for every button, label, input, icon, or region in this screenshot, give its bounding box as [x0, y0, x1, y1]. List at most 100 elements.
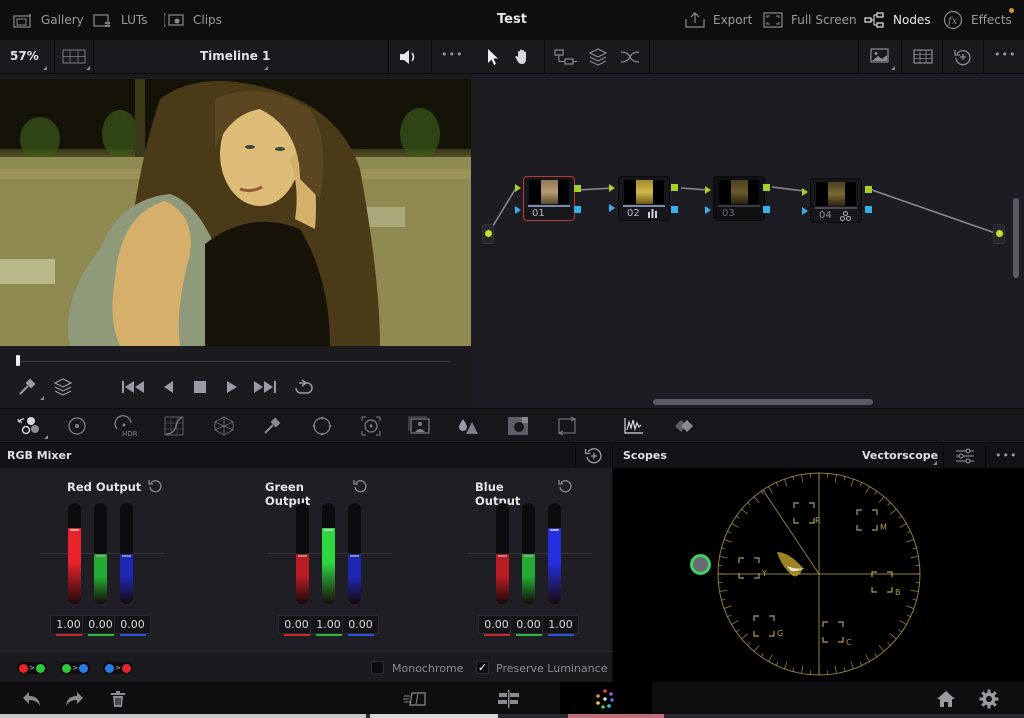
palette-scopes[interactable]: [622, 415, 646, 437]
gallery-button[interactable]: Gallery: [12, 0, 84, 40]
palette-motion[interactable]: [555, 415, 579, 437]
palette-power-window[interactable]: [310, 415, 334, 437]
scope-zoom-handle[interactable]: [690, 554, 711, 575]
red-slider[interactable]: [496, 503, 509, 604]
key-output-port[interactable]: [865, 206, 872, 213]
stop-button[interactable]: [187, 374, 213, 400]
key-input-port[interactable]: [515, 206, 521, 214]
vertical-scrollbar[interactable]: [1013, 198, 1019, 278]
clips-button[interactable]: Clips: [164, 0, 222, 40]
page-cut[interactable]: [402, 688, 426, 710]
palette-color-warper[interactable]: [212, 415, 236, 437]
hand-tool[interactable]: [514, 48, 532, 70]
layers-button[interactable]: [50, 374, 76, 400]
scope-more-button[interactable]: •••: [995, 449, 1017, 462]
mixer-reset-button[interactable]: [584, 447, 602, 469]
rgb-input-port[interactable]: [705, 186, 711, 194]
go-to-start-button[interactable]: [120, 374, 146, 400]
horizontal-scrollbar[interactable]: [653, 399, 873, 405]
key-output-port[interactable]: [671, 206, 678, 213]
slider-handle[interactable]: [550, 529, 559, 531]
gallery-grid-button[interactable]: [913, 49, 933, 69]
swap-green-blue-button[interactable]: >: [60, 662, 90, 674]
timeline-selector[interactable]: Timeline 1: [200, 49, 270, 63]
green-slider[interactable]: [522, 503, 535, 604]
rgb-input-port[interactable]: [515, 184, 521, 192]
palette-color-wheels[interactable]: [16, 415, 40, 437]
delete-button[interactable]: [106, 688, 130, 710]
layer-node-tool[interactable]: [588, 48, 608, 70]
play-button[interactable]: [219, 374, 245, 400]
node-02[interactable]: 02: [618, 176, 670, 221]
blue-slider[interactable]: [348, 503, 361, 604]
key-output-port[interactable]: [763, 206, 770, 213]
palette-sizing[interactable]: [506, 415, 530, 437]
undo-button[interactable]: [20, 688, 44, 710]
audio-button[interactable]: [398, 49, 420, 65]
group-reset-button[interactable]: [353, 478, 367, 493]
play-reverse-button[interactable]: [155, 374, 181, 400]
viewer-layout-button[interactable]: [62, 49, 86, 65]
blue-value-field[interactable]: 0.00: [342, 615, 379, 634]
effects-button[interactable]: fx Effects: [942, 0, 1012, 40]
slider-handle[interactable]: [298, 555, 307, 557]
slider-handle[interactable]: [324, 529, 333, 531]
page-color[interactable]: [593, 688, 617, 710]
export-button[interactable]: Export: [684, 0, 752, 40]
slider-handle[interactable]: [524, 555, 533, 557]
node-04[interactable]: 04: [810, 178, 862, 223]
green-slider[interactable]: [322, 503, 335, 604]
viewer-more-button[interactable]: •••: [441, 48, 463, 61]
key-input-port[interactable]: [609, 204, 615, 212]
key-output-port[interactable]: [574, 206, 581, 213]
redo-button[interactable]: [62, 688, 86, 710]
node-01[interactable]: 01: [523, 176, 575, 221]
still-button[interactable]: [870, 48, 890, 68]
blue-value-field[interactable]: 1.00: [542, 615, 579, 634]
palette-primaries[interactable]: [65, 415, 89, 437]
slider-handle[interactable]: [350, 555, 359, 557]
group-reset-button[interactable]: [558, 478, 572, 493]
swap-blue-red-button[interactable]: >: [103, 662, 133, 674]
zoom-level[interactable]: 57%: [10, 49, 39, 63]
timeline-scrubber[interactable]: [18, 361, 450, 362]
rgb-input-port[interactable]: [802, 188, 808, 196]
palette-qualifier[interactable]: [260, 415, 284, 437]
scope-mode-selector[interactable]: Vectorscope: [862, 449, 938, 462]
pointer-tool[interactable]: [486, 48, 500, 70]
slider-handle[interactable]: [498, 555, 507, 557]
reset-node-button[interactable]: [953, 48, 973, 70]
node-03[interactable]: 03: [713, 176, 765, 221]
eyedropper-button[interactable]: [14, 374, 40, 400]
luts-button[interactable]: LUTs: [92, 0, 147, 40]
go-to-end-button[interactable]: [252, 374, 278, 400]
rgb-output-port[interactable]: [865, 186, 872, 193]
rgb-output-port[interactable]: [763, 184, 770, 191]
key-input-port[interactable]: [802, 207, 808, 215]
rgb-output-port[interactable]: [574, 185, 581, 192]
fullscreen-button[interactable]: Full Screen: [762, 0, 857, 40]
preserve-luminance-checkbox[interactable]: ✓: [476, 661, 489, 674]
page-edit[interactable]: [497, 688, 521, 710]
home-button[interactable]: [934, 688, 958, 710]
rgb-input-port[interactable]: [609, 184, 615, 192]
output-node[interactable]: [993, 224, 1005, 244]
palette-curves[interactable]: [162, 415, 186, 437]
node-more-button[interactable]: •••: [994, 48, 1016, 61]
rgb-output-port[interactable]: [671, 184, 678, 191]
key-input-port[interactable]: [705, 206, 711, 214]
scope-settings-button[interactable]: [955, 447, 975, 469]
blue-slider[interactable]: [548, 503, 561, 604]
nodes-button[interactable]: Nodes: [864, 0, 931, 40]
source-input[interactable]: [482, 224, 494, 244]
red-slider[interactable]: [296, 503, 309, 604]
palette-stereo[interactable]: [672, 415, 696, 437]
palette-blur[interactable]: [408, 415, 432, 437]
settings-button[interactable]: [977, 688, 1001, 710]
loop-button[interactable]: [291, 374, 317, 400]
node-connect-tool[interactable]: [554, 49, 578, 69]
palette-key[interactable]: [456, 415, 480, 437]
swap-red-green-button[interactable]: >: [17, 662, 47, 674]
palette-tracker[interactable]: [359, 415, 383, 437]
playhead[interactable]: [16, 355, 20, 366]
